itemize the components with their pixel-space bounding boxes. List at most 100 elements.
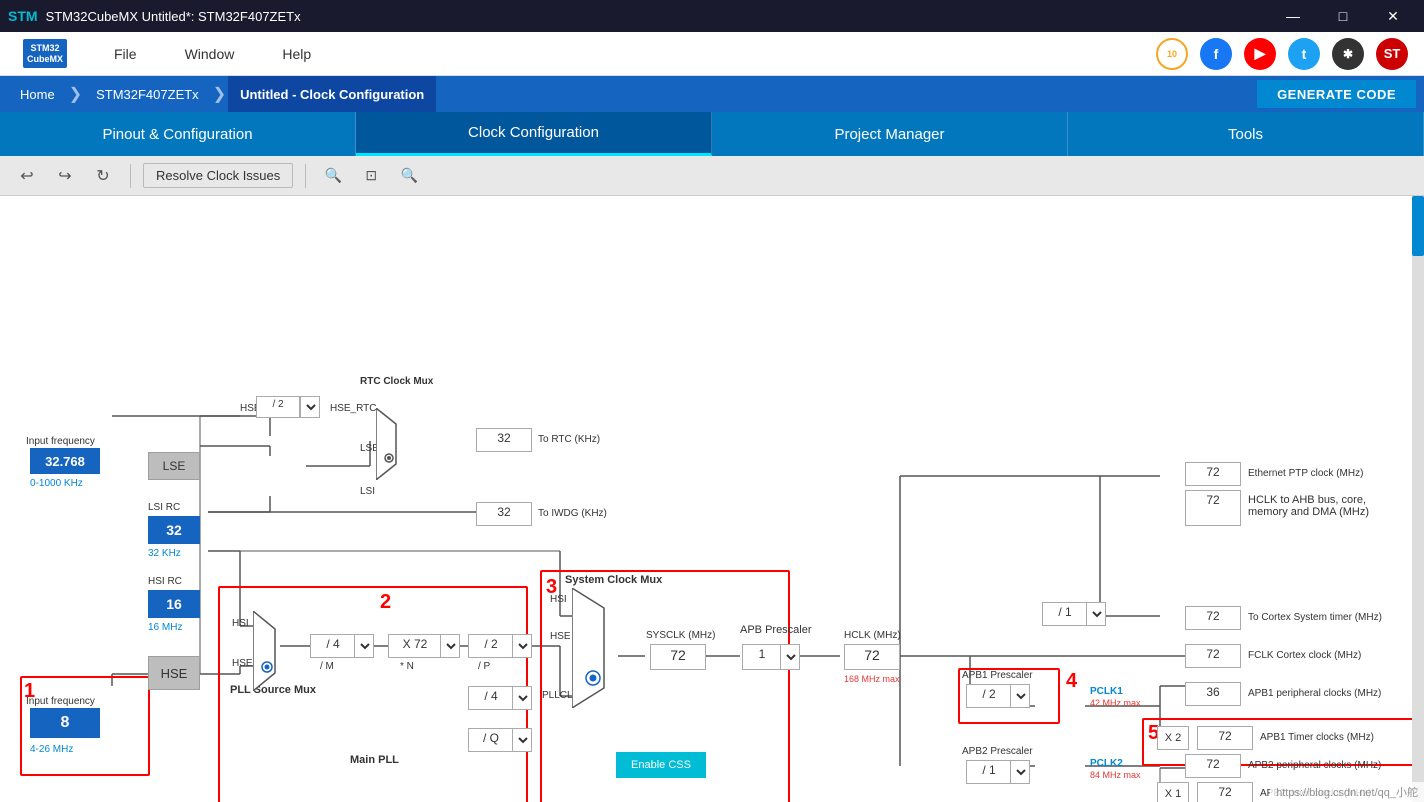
enable-css-button[interactable]: Enable CSS — [616, 752, 706, 778]
cortex-sys-label: To Cortex System timer (MHz) — [1248, 612, 1382, 623]
tab-clock[interactable]: Clock Configuration — [356, 112, 712, 156]
zoom-in-button[interactable]: 🔍 — [318, 161, 348, 191]
undo-button[interactable]: ↩ — [12, 161, 42, 191]
apb2-timer-val[interactable]: 72 — [1197, 782, 1253, 802]
titlebar-title: STM32CubeMX Untitled*: STM32F407ZETx — [46, 9, 301, 24]
apb1-div-box[interactable]: / 2 — [966, 684, 1012, 708]
iwdg-32-box[interactable]: 32 — [476, 502, 532, 526]
hse-div2-input[interactable]: / 2 — [256, 396, 300, 418]
titlebar: STM STM32CubeMX Untitled*: STM32F407ZETx… — [0, 0, 1424, 32]
lse-block[interactable]: LSE — [148, 452, 200, 480]
ahb-div-box[interactable]: 1 — [742, 644, 782, 670]
maximize-button[interactable]: □ — [1320, 0, 1366, 32]
step-number-2: 2 — [380, 591, 391, 614]
refresh-button[interactable]: ↻ — [88, 161, 118, 191]
facebook-icon[interactable]: f — [1200, 38, 1232, 70]
toolbar-sep-1 — [130, 164, 131, 188]
step-number-4: 4 — [1066, 670, 1077, 693]
sysclk-box[interactable]: 72 — [650, 644, 706, 670]
breadcrumb-chip[interactable]: STM32F407ZETx — [84, 76, 211, 112]
hsi-rc-box[interactable]: 16 — [148, 590, 200, 618]
hclk-ahb-val[interactable]: 72 — [1185, 490, 1241, 526]
pll-p-box[interactable]: / 2 — [468, 634, 514, 658]
menu-window[interactable]: Window — [161, 32, 259, 76]
lsi-arrow-label: LSI — [360, 486, 375, 497]
ahb-div-select[interactable] — [780, 644, 800, 670]
apb2-div-box[interactable]: / 1 — [966, 760, 1012, 784]
apb2-div-select[interactable] — [1010, 760, 1030, 784]
twitter-icon[interactable]: t — [1288, 38, 1320, 70]
apb1-max-label: 42 MHz max — [1090, 698, 1141, 708]
redo-button[interactable]: ↪ — [50, 161, 80, 191]
rtc-mux-shape[interactable] — [376, 408, 406, 480]
pll-p-select[interactable] — [512, 634, 532, 658]
sys-hse-label: HSE — [550, 631, 571, 642]
close-button[interactable]: ✕ — [1370, 0, 1416, 32]
cortex-sys-val[interactable]: 72 — [1185, 606, 1241, 630]
zoom-out-button[interactable]: 🔍 — [394, 161, 424, 191]
apb1-periph-val[interactable]: 36 — [1185, 682, 1241, 706]
pll-n-select[interactable] — [440, 634, 460, 658]
ethernet-ptp-val[interactable]: 72 — [1185, 462, 1241, 486]
apb2-periph-val[interactable]: 72 — [1185, 754, 1241, 778]
hclk-label: HCLK (MHz) — [844, 630, 901, 641]
pll-hsi-label: HSI — [232, 618, 249, 629]
tabbar: Pinout & Configuration Clock Configurati… — [0, 112, 1424, 156]
tab-project[interactable]: Project Manager — [712, 112, 1068, 156]
youtube-icon[interactable]: ▶ — [1244, 38, 1276, 70]
tab-pinout[interactable]: Pinout & Configuration — [0, 112, 356, 156]
vertical-scrollbar[interactable] — [1412, 196, 1424, 802]
hse-rtc-right-label: HSE_RTC — [330, 403, 377, 414]
pll-q-box[interactable]: / 4 — [468, 686, 514, 710]
pll-hse-label: HSE — [232, 658, 253, 669]
scrollbar-thumb[interactable] — [1412, 196, 1424, 256]
sys-clk-mux-shape[interactable] — [572, 588, 620, 708]
pclk2-label: PCLK2 — [1090, 758, 1123, 769]
st-icon[interactable]: ST — [1376, 38, 1408, 70]
rtc-32-box[interactable]: 32 — [476, 428, 532, 452]
apb1-timer-val[interactable]: 72 — [1197, 726, 1253, 750]
lse-freq-box[interactable]: 32.768 — [30, 448, 100, 474]
cortex-div-box[interactable]: / 1 — [1042, 602, 1088, 626]
pll-m-select[interactable] — [354, 634, 374, 658]
titlebar-controls[interactable]: — □ ✕ — [1270, 0, 1416, 32]
tab-tools[interactable]: Tools — [1068, 112, 1424, 156]
pll-source-mux-shape[interactable] — [253, 611, 283, 691]
apb2-timer-mult-box: X 1 — [1157, 782, 1189, 802]
menu-file[interactable]: File — [90, 32, 161, 76]
input-freq-range: 4-26 MHz — [30, 744, 73, 755]
lsi-rc-label: LSI RC — [148, 502, 180, 513]
minimize-button[interactable]: — — [1270, 0, 1316, 32]
generate-code-button[interactable]: GENERATE CODE — [1257, 80, 1416, 108]
pll-m-box[interactable]: / 4 — [310, 634, 356, 658]
breadcrumb-current[interactable]: Untitled - Clock Configuration — [228, 76, 436, 112]
pll-n-box[interactable]: X 72 — [388, 634, 442, 658]
input-freq-box[interactable]: 8 — [30, 708, 100, 738]
fit-button[interactable]: ⊡ — [356, 161, 386, 191]
fclk-val[interactable]: 72 — [1185, 644, 1241, 668]
pll-n-label: * N — [400, 661, 414, 672]
breadcrumb-arrow-2: ❯ — [213, 84, 226, 104]
pll-q2-select[interactable] — [512, 728, 532, 752]
apb1-periph-label: APB1 peripheral clocks (MHz) — [1248, 688, 1381, 699]
network-icon[interactable]: ✱ — [1332, 38, 1364, 70]
pll-q-select[interactable] — [512, 686, 532, 710]
toolbar: ↩ ↪ ↻ Resolve Clock Issues 🔍 ⊡ 🔍 — [0, 156, 1424, 196]
lsi-rc-box[interactable]: 32 — [148, 516, 200, 544]
apb2-periph-label: APB2 peripheral clocks (MHz) — [1248, 760, 1381, 771]
hclk-box[interactable]: 72 — [844, 644, 900, 670]
breadcrumb-home[interactable]: Home — [8, 76, 67, 112]
app-icon: STM — [8, 8, 38, 24]
pll-q2-box[interactable]: / Q — [468, 728, 514, 752]
apb2-prescaler-label: APB2 Prescaler — [962, 746, 1033, 757]
apb1-div-select[interactable] — [1010, 684, 1030, 708]
cortex-div-select[interactable] — [1086, 602, 1106, 626]
resolve-clock-issues-button[interactable]: Resolve Clock Issues — [143, 163, 293, 188]
hclk-max: 168 MHz max — [844, 674, 900, 684]
apb2-max-label: 84 MHz max — [1090, 770, 1141, 780]
footer-url: https://blog.csdn.net/qq_小舵 — [1270, 782, 1424, 802]
menu-help[interactable]: Help — [258, 32, 335, 76]
main-pll-label: Main PLL — [350, 754, 399, 766]
hse-block[interactable]: HSE — [148, 656, 200, 690]
hse-div2-select[interactable] — [300, 396, 320, 418]
